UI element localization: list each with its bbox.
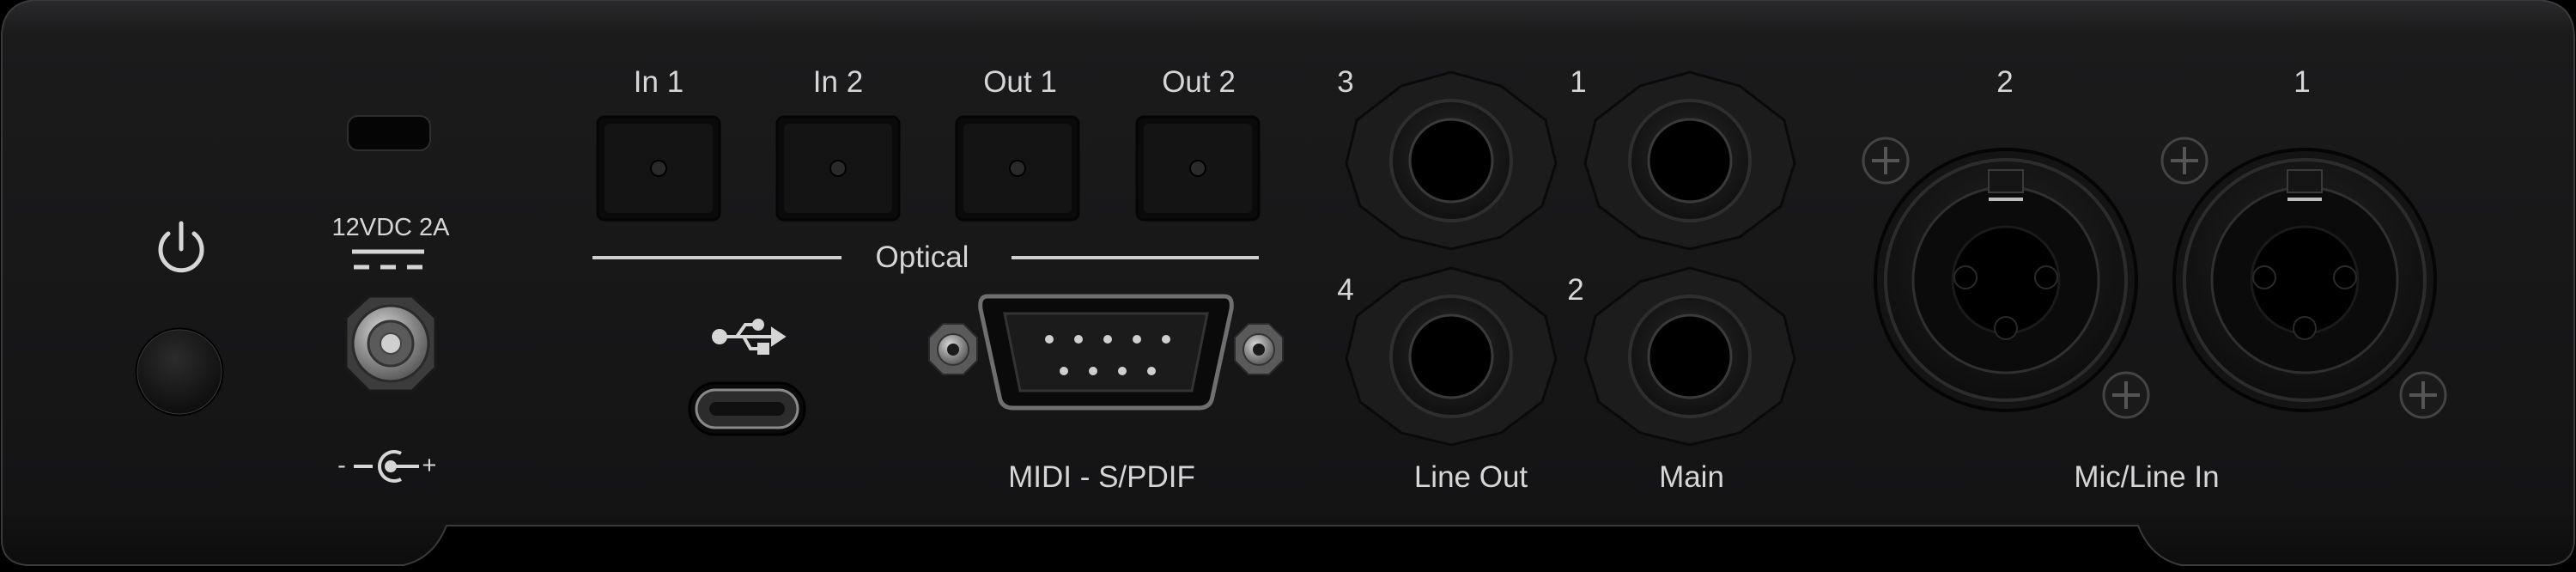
usb-c-port[interactable] [688,381,806,436]
optical-port-in-2[interactable] [775,115,901,222]
optical-group-label: Optical [875,240,969,274]
jack-number-2: 2 [1567,273,1584,307]
xlr-screw [1862,137,1910,185]
optical-in-1-label: In 1 [633,65,684,99]
jack-number-3: 3 [1337,65,1354,99]
xlr-screw [2102,371,2150,419]
mic-line-number-1: 1 [2293,65,2311,99]
dc-power-jack[interactable] [344,295,437,392]
xlr-screw [2160,137,2208,185]
jack-number-1: 1 [1570,65,1587,99]
mic-line-in-label: Mic/Line In [2074,460,2220,494]
optical-port-out-1[interactable] [955,115,1080,222]
xlr-screw [2399,371,2447,419]
midi-spdif-label: MIDI - S/PDIF [1008,460,1195,494]
optical-port-in-1[interactable] [596,115,721,222]
status-led [347,115,431,151]
dc-rating-label: 12VDC 2A [331,214,450,241]
main-label: Main [1659,460,1724,494]
optical-in-2-label: In 2 [812,65,864,99]
polarity-plus-label: + [422,452,437,479]
optical-out-2-label: Out 2 [1162,65,1236,99]
optical-port-out-2[interactable] [1135,115,1261,222]
midi-screw-right [1234,323,1284,375]
line-out-label: Line Out [1413,460,1528,494]
midi-screw-left [928,323,978,375]
polarity-minus-label: - [337,452,346,479]
mic-line-number-2: 2 [1996,65,2014,99]
optical-out-1-label: Out 1 [983,65,1057,99]
power-button[interactable] [135,327,224,417]
jack-number-4: 4 [1337,273,1354,307]
